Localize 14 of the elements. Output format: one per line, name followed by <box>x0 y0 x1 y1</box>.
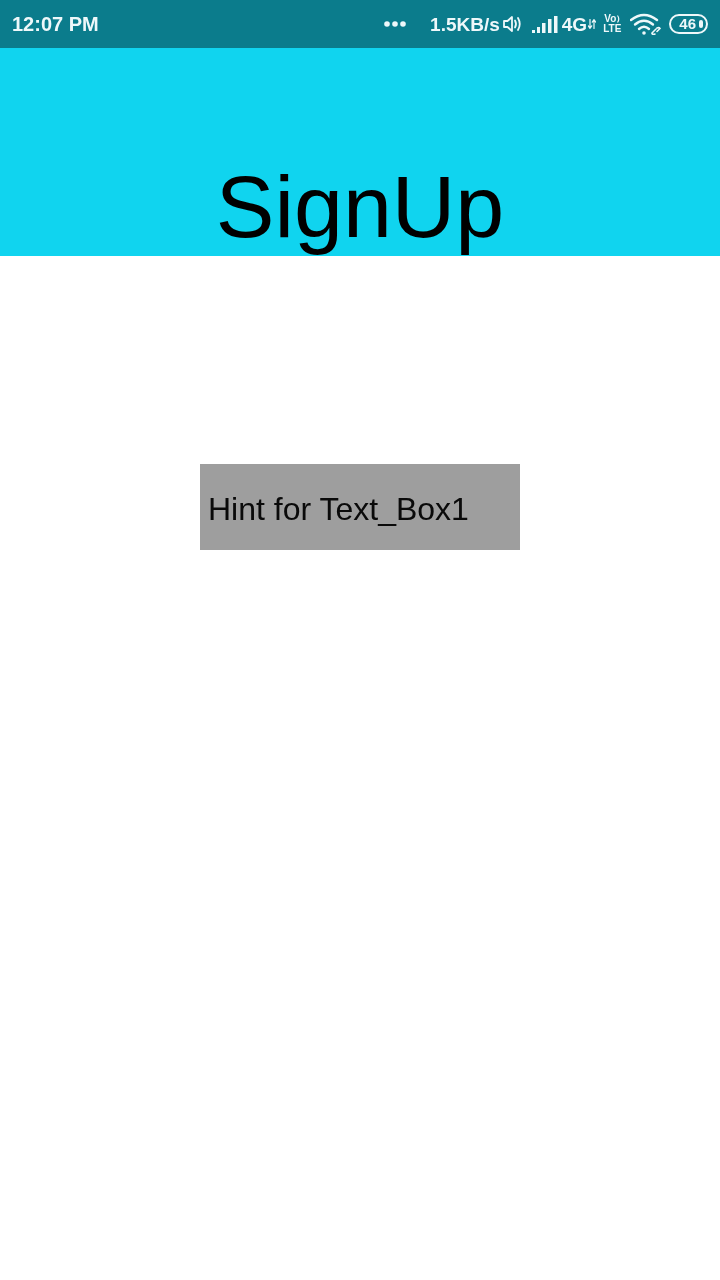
network-type: 4G <box>561 14 588 34</box>
status-time: 12:07 PM <box>12 14 99 34</box>
up-down-arrows-icon <box>588 19 597 29</box>
lte-label: LTE <box>603 24 622 34</box>
page-title: SignUp <box>215 158 505 256</box>
volte-label: Vo <box>604 14 617 24</box>
network-speed: 1.5KB/s <box>430 14 500 34</box>
text-input-field[interactable]: Hint for Text_Box1 <box>200 464 520 550</box>
battery-level: 46 <box>669 14 708 34</box>
more-dots-icon <box>384 21 407 27</box>
wifi-icon <box>630 13 664 35</box>
speaker-icon <box>502 15 522 33</box>
sound-wave-icon <box>617 15 621 23</box>
signal-bars-icon <box>531 15 558 33</box>
